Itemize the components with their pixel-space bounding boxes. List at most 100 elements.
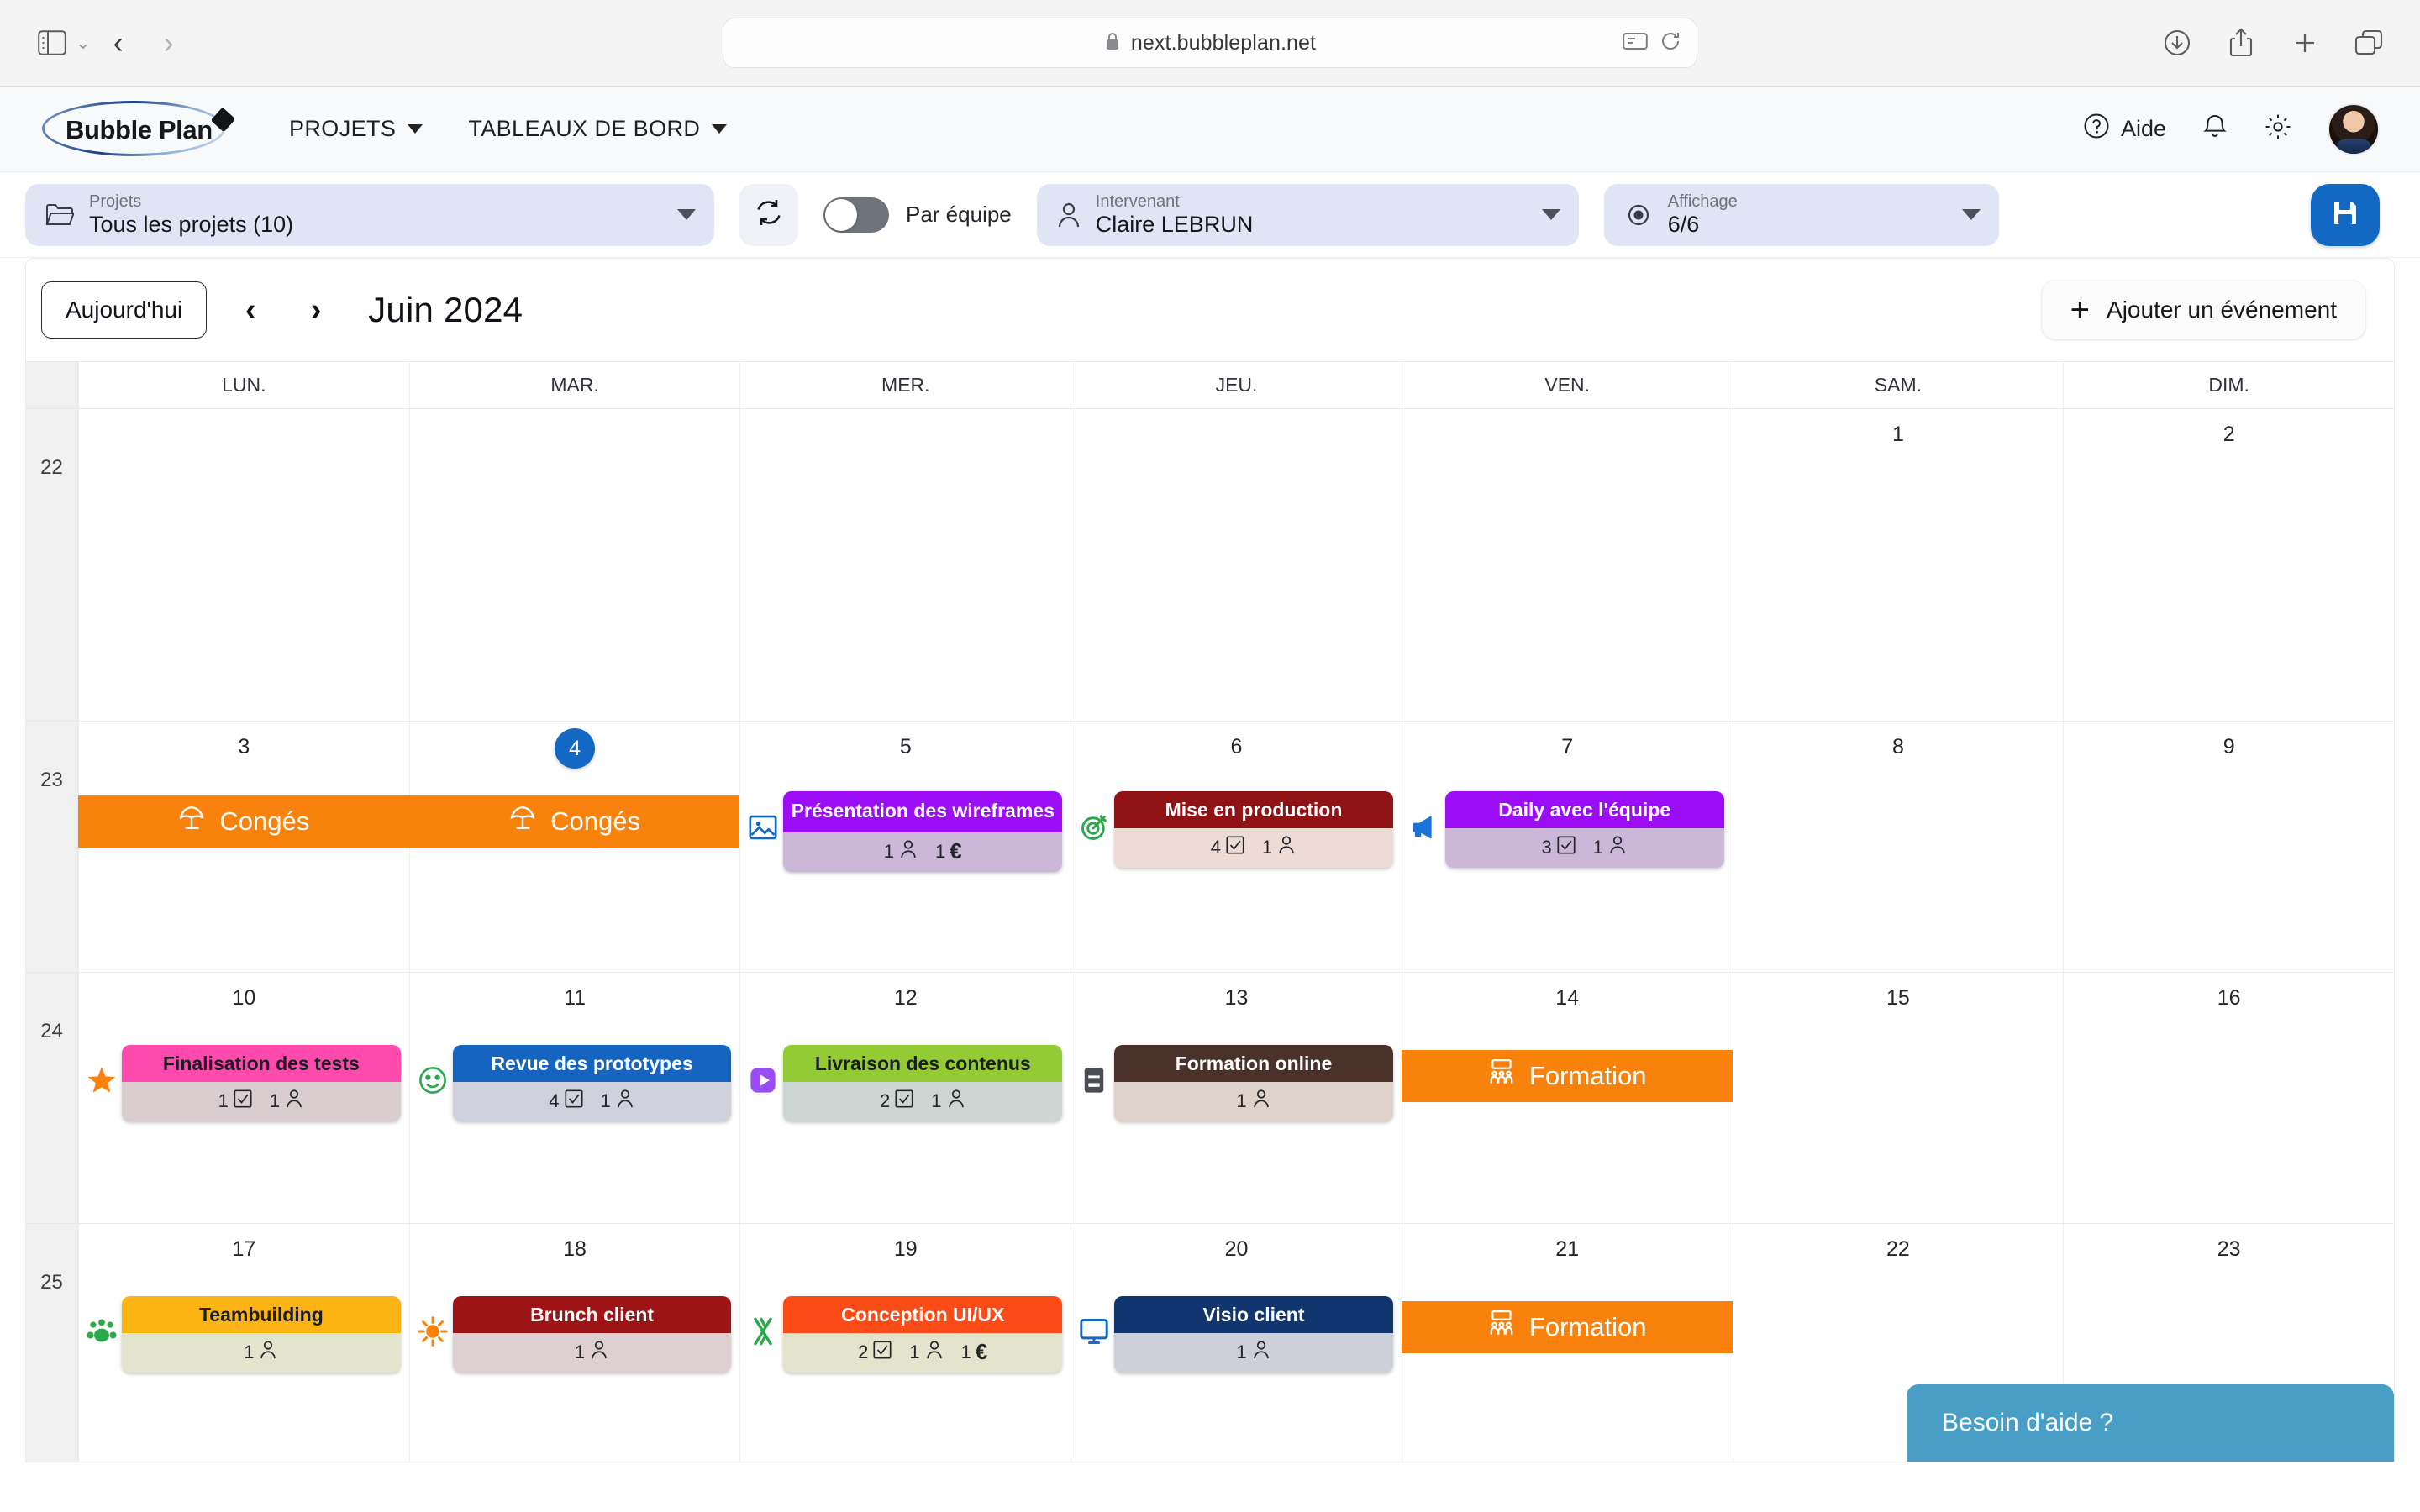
event-meta-person: 1 xyxy=(1236,1089,1270,1114)
meta-value: 1 xyxy=(1236,1090,1247,1112)
day-cell[interactable]: 16 xyxy=(2063,973,2394,1223)
event-meta: 1 xyxy=(1114,1333,1393,1373)
day-cell[interactable]: 15 xyxy=(1732,973,2064,1223)
scissors-icon[interactable] xyxy=(748,1316,778,1347)
sun-icon[interactable] xyxy=(417,1316,448,1347)
browser-toolbar: ⌄ ‹ › next.bubbleplan.net xyxy=(0,0,2420,87)
day-number: 14 xyxy=(1555,986,1580,1010)
chevron-down-icon[interactable]: ⌄ xyxy=(76,33,91,54)
day-number: 21 xyxy=(1555,1237,1580,1261)
calendar-event-revue-prototypes[interactable]: Revue des prototypes 4 1 xyxy=(452,1045,732,1122)
calendar-event-daily-equipe[interactable]: Daily avec l'équipe 3 1 xyxy=(1444,791,1724,869)
day-number: 9 xyxy=(2223,735,2235,759)
person-icon xyxy=(946,1089,966,1114)
calendar-event-formation-online[interactable]: Formation online 1 xyxy=(1114,1045,1393,1122)
weekday-header-4: VEN. xyxy=(1401,362,1733,408)
forward-arrow-icon[interactable]: › xyxy=(146,20,192,66)
meta-value: 4 xyxy=(549,1090,560,1112)
target-icon[interactable] xyxy=(1079,812,1109,843)
event-meta: 41 xyxy=(1114,828,1393,868)
book-icon[interactable] xyxy=(1079,1065,1109,1095)
event-meta-person: 1 xyxy=(1593,835,1628,860)
back-arrow-icon[interactable]: ‹ xyxy=(96,20,141,66)
image-icon[interactable] xyxy=(748,812,778,843)
calendar-weeks: 22 1 2 23 3 4 5 6 7 8 9 Congés Congés Présentation de… xyxy=(26,408,2394,1462)
gear-icon[interactable] xyxy=(2264,113,2292,145)
calendar-event-brunch-client[interactable]: Brunch client 1 xyxy=(452,1296,732,1373)
bell-icon[interactable] xyxy=(2202,113,2228,145)
calendar-event-visio-client[interactable]: Visio client 1 xyxy=(1114,1296,1393,1373)
calendar-event-conges-mon[interactable]: Congés xyxy=(78,795,409,848)
classroom-icon xyxy=(1487,1310,1516,1345)
meta-value: 1 xyxy=(960,1341,971,1363)
event-meta: 21 xyxy=(783,1082,1062,1121)
weekday-header-5: SAM. xyxy=(1732,362,2064,408)
person-icon xyxy=(258,1340,278,1365)
nav-item-projets[interactable]: PROJETS xyxy=(289,116,424,142)
new-tab-icon[interactable] xyxy=(2282,20,2328,66)
help-widget[interactable]: Besoin d'aide ? xyxy=(1907,1384,2394,1462)
event-meta-checkbox: 1 xyxy=(218,1089,253,1114)
event-meta-person: 1 xyxy=(601,1089,635,1114)
calendar-event-finalisation-tests[interactable]: Finalisation des tests 1 1 xyxy=(122,1045,401,1122)
paw-group-icon[interactable] xyxy=(87,1316,117,1347)
calendar-event-conges-tue[interactable]: Congés xyxy=(408,795,740,848)
intervenant-select[interactable]: Intervenant Claire LEBRUN xyxy=(1036,183,1579,246)
day-cell[interactable]: 8 xyxy=(1732,722,2064,972)
sidebar-toggle-icon[interactable] xyxy=(29,20,76,66)
add-event-button[interactable]: + Ajouter un événement xyxy=(2041,281,2365,339)
star-icon[interactable] xyxy=(87,1065,117,1095)
bubble-plan-logo[interactable]: Bubble Plan xyxy=(42,99,237,160)
day-number: 16 xyxy=(2217,986,2241,1010)
save-button[interactable] xyxy=(2311,183,2380,246)
avatar[interactable] xyxy=(2328,102,2380,155)
day-cell[interactable] xyxy=(78,409,409,721)
meta-value: 1 xyxy=(883,841,895,863)
event-meta-person: 1 xyxy=(270,1089,304,1114)
checkbox-icon xyxy=(1225,835,1245,860)
tab-overview-icon[interactable] xyxy=(2346,20,2391,66)
day-number: 19 xyxy=(893,1237,918,1261)
address-bar[interactable]: next.bubbleplan.net xyxy=(723,18,1697,68)
calendar-event-mise-en-production[interactable]: Mise en production 4 1 xyxy=(1114,791,1393,869)
person-icon xyxy=(898,839,918,864)
nav-item-tableaux-de-bord[interactable]: TABLEAUX DE BORD xyxy=(468,116,728,142)
share-icon[interactable] xyxy=(2218,20,2264,66)
help-button[interactable]: Aide xyxy=(2083,113,2166,145)
meta-value: 1 xyxy=(218,1090,229,1112)
day-cell[interactable]: 9 xyxy=(2063,722,2394,972)
monitor-icon[interactable] xyxy=(1079,1316,1109,1347)
calendar-event-formation-week2[interactable]: Formation xyxy=(1401,1050,1733,1102)
reload-icon[interactable] xyxy=(1660,30,1681,56)
day-cell[interactable]: 2 xyxy=(2063,409,2394,721)
projects-select[interactable]: Projets Tous les projets (10) xyxy=(25,183,714,246)
person-icon xyxy=(1251,1089,1271,1114)
affichage-select[interactable]: Affichage 6/6 xyxy=(1603,183,1999,246)
calendar-event-teambuilding[interactable]: Teambuilding 1 xyxy=(122,1296,401,1373)
reader-icon[interactable] xyxy=(1623,31,1648,55)
day-number: 17 xyxy=(232,1237,256,1261)
prev-month-button[interactable]: ‹ xyxy=(229,284,272,336)
day-cell[interactable]: 1 xyxy=(1732,409,2064,721)
day-cell[interactable] xyxy=(1071,409,1402,721)
team-toggle[interactable] xyxy=(823,197,889,233)
browser-actions xyxy=(2154,20,2391,66)
today-button[interactable]: Aujourd'hui xyxy=(41,281,208,339)
add-event-label: Ajouter un événement xyxy=(2107,297,2337,323)
megaphone-icon[interactable] xyxy=(1410,812,1440,843)
next-month-button[interactable]: › xyxy=(294,284,338,336)
day-number xyxy=(79,409,409,461)
day-cell[interactable] xyxy=(1401,409,1733,721)
smiley-icon[interactable] xyxy=(418,1065,448,1095)
calendar-event-conception-uiux[interactable]: Conception UI/UX 2 1 1 € xyxy=(783,1296,1063,1373)
calendar-event-formation-week3[interactable]: Formation xyxy=(1401,1301,1733,1353)
refresh-button[interactable] xyxy=(739,183,798,246)
day-cell[interactable] xyxy=(739,409,1071,721)
play-icon[interactable] xyxy=(748,1065,778,1095)
person-icon xyxy=(589,1340,609,1365)
calendar-event-presentation-wireframes[interactable]: Présentation des wireframes 1 1 € xyxy=(783,791,1063,873)
download-icon[interactable] xyxy=(2154,20,2200,66)
browser-nav-controls: ⌄ ‹ › xyxy=(29,20,192,66)
day-cell[interactable] xyxy=(408,409,740,721)
calendar-event-livraison-contenus[interactable]: Livraison des contenus 2 1 xyxy=(783,1045,1063,1122)
